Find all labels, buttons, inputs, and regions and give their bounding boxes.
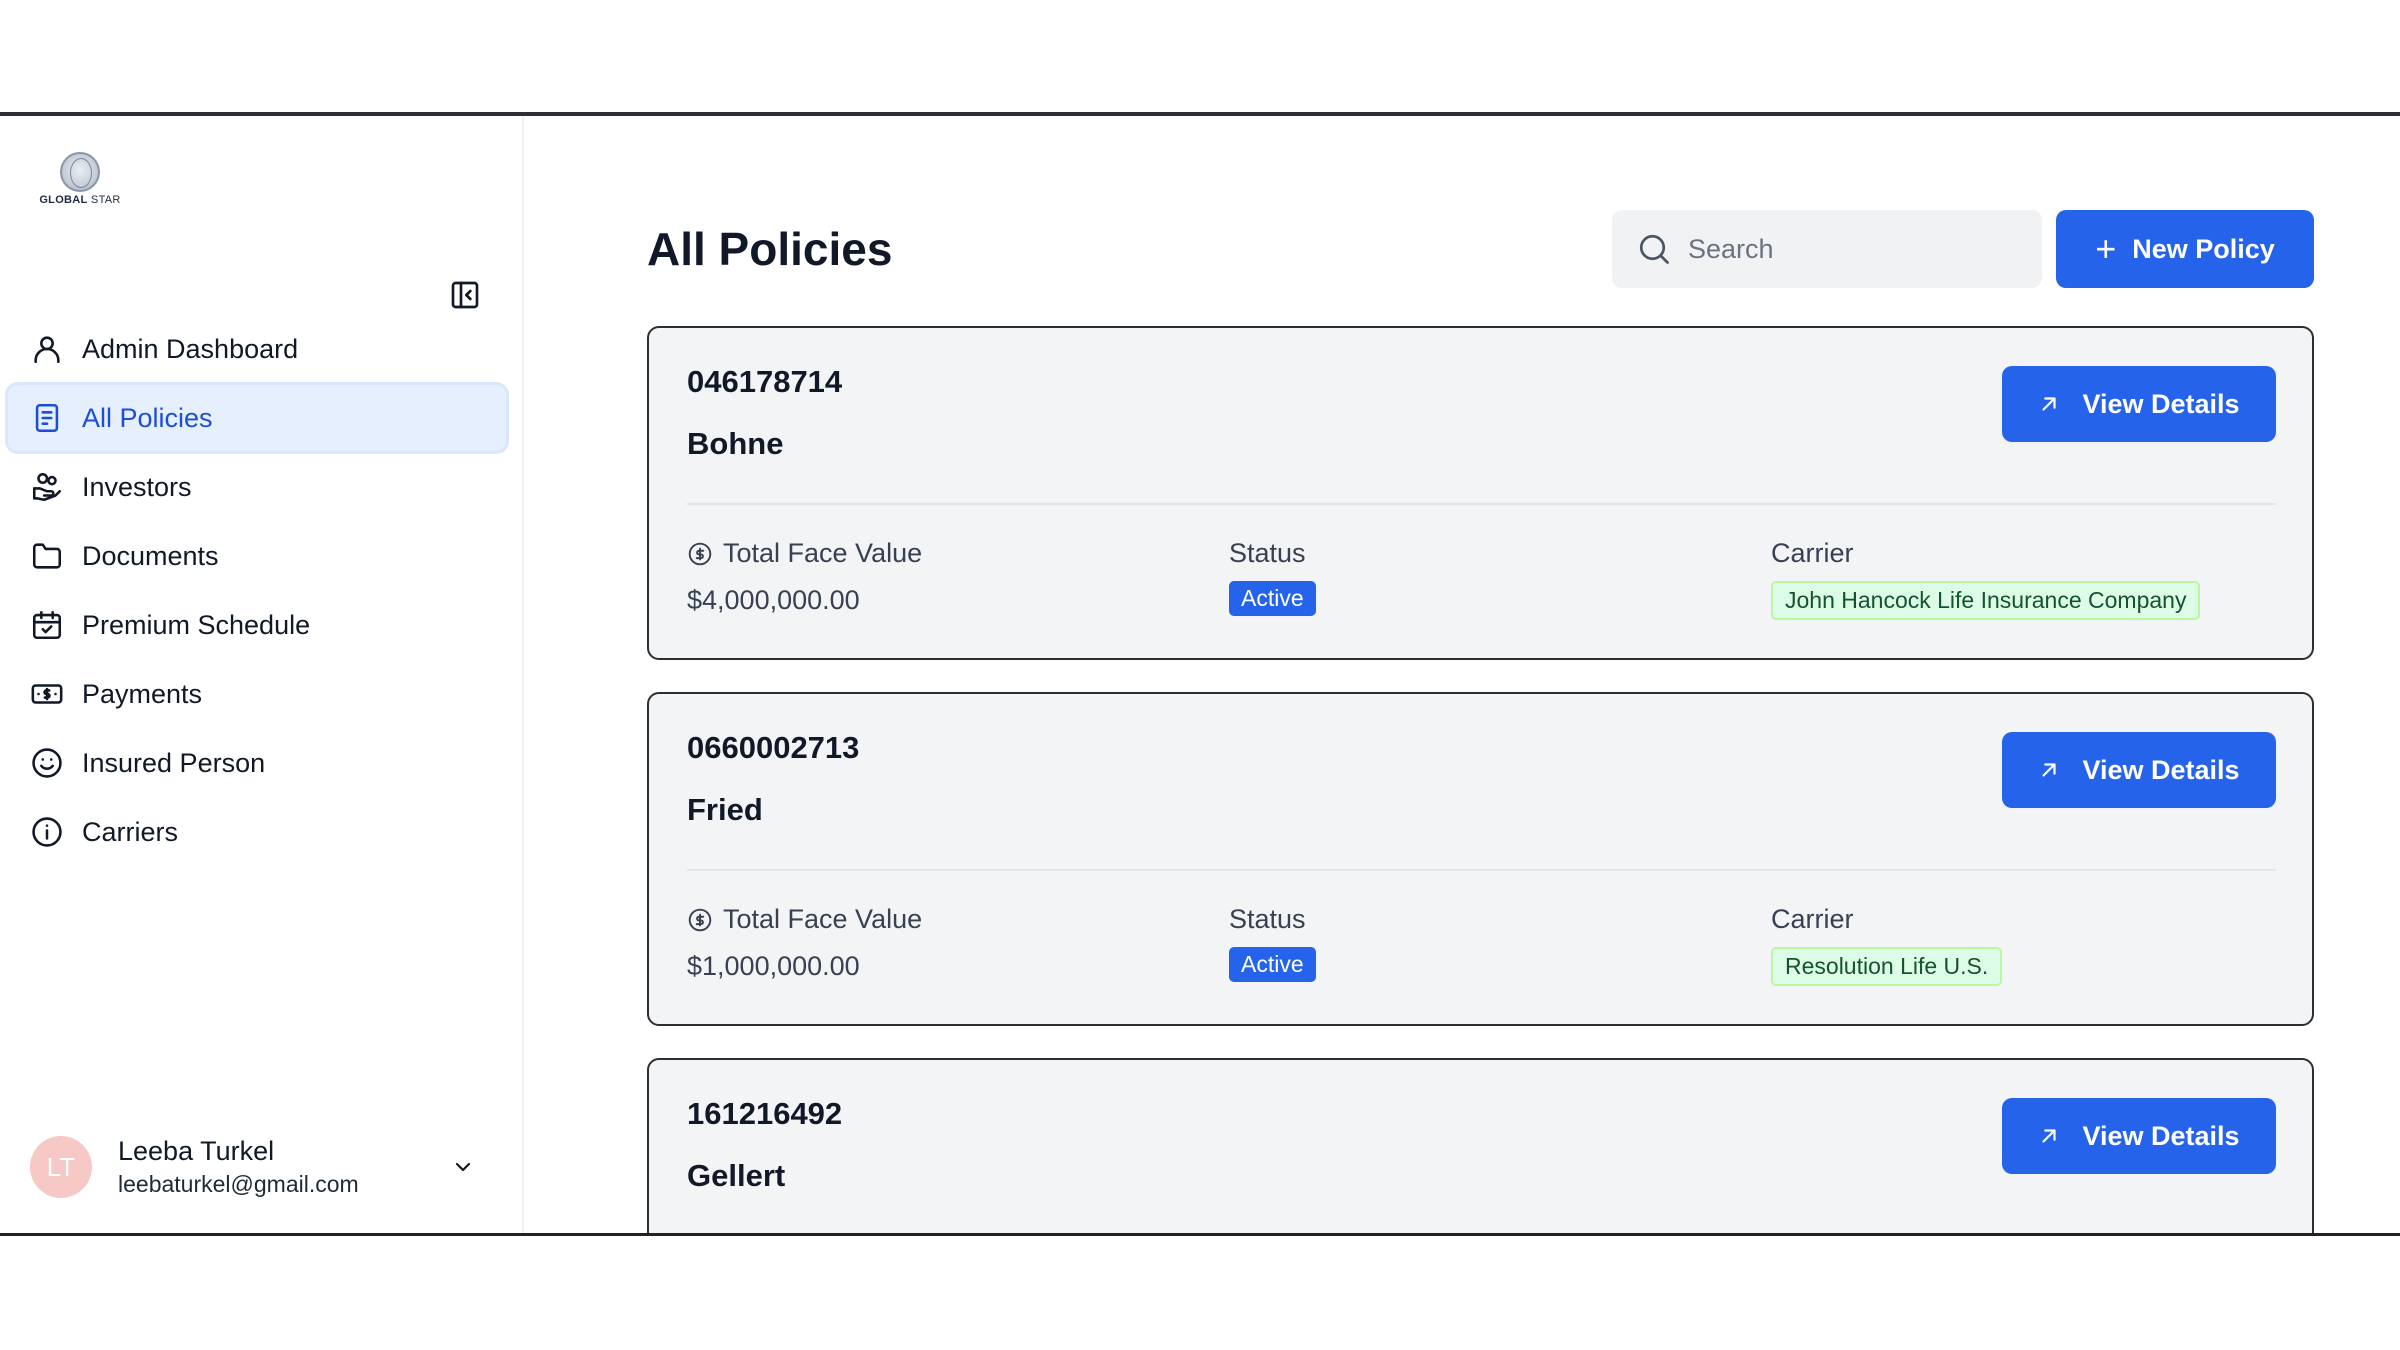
app-window: GLOBAL STAR Admin Dashboard All Policies [0,112,2400,1236]
carrier-label: Carrier [1771,904,1854,934]
carrier-badge: John Hancock Life Insurance Company [1771,581,2201,620]
policy-card: 046178714 Bohne View Details Total Face … [647,326,2314,660]
policy-name: Bohne [687,426,784,461]
face-value-label: Total Face Value [723,538,923,568]
face-value: $4,000,000.00 [687,585,860,615]
new-policy-label: New Policy [2132,233,2275,264]
user-name: Leeba Turkel [118,1136,275,1166]
sidebar-nav: Admin Dashboard All Policies Investors D… [8,316,506,868]
carrier-column: Carrier Resolution Life U.S. [1771,904,2003,986]
status-label: Status [1229,904,1306,934]
hand-coins-icon [28,468,66,506]
user-email: leebaturkel@gmail.com [118,1171,359,1197]
policy-number: 046178714 [687,364,843,399]
carrier-column: Carrier John Hancock Life Insurance Comp… [1771,538,2201,620]
arrow-up-right-icon [2038,393,2060,415]
sidebar-item-documents[interactable]: Documents [8,523,506,589]
sidebar-item-label: Payments [82,678,203,709]
collapse-sidebar-button[interactable] [448,278,482,312]
policy-number: 0660002713 [687,730,860,765]
plus-icon: + [2095,228,2117,269]
sidebar-item-investors[interactable]: Investors [8,454,506,520]
arrow-up-right-icon [2038,759,2060,781]
status-label: Status [1229,538,1306,568]
info-icon [28,813,66,851]
carrier-label: Carrier [1771,538,1854,568]
sidebar-item-label: Investors [82,471,192,502]
view-details-button[interactable]: View Details [2002,366,2276,442]
face-value-column: Total Face Value $1,000,000.00 [687,904,922,982]
status-badge: Active [1229,947,1316,982]
brand-logo[interactable]: GLOBAL STAR [34,152,126,210]
sidebar-item-label: Insured Person [82,747,266,778]
user-icon [28,330,66,368]
view-details-button[interactable]: View Details [2002,1098,2276,1174]
sidebar-item-premium-schedule[interactable]: Premium Schedule [8,592,506,658]
view-details-label: View Details [2082,388,2240,419]
sidebar-item-label: Documents [82,540,219,571]
banknote-icon [28,675,66,713]
panel-collapse-icon [451,281,479,309]
view-details-label: View Details [2082,1120,2240,1151]
sidebar-item-label: Premium Schedule [82,609,311,640]
card-divider [687,869,2276,871]
sidebar-item-admin-dashboard[interactable]: Admin Dashboard [8,316,506,382]
sidebar-item-payments[interactable]: Payments [8,661,506,727]
status-badge: Active [1229,581,1316,616]
face-value-label: Total Face Value [723,904,923,934]
policy-name: Gellert [687,1158,786,1193]
view-details-label: View Details [2082,754,2240,785]
face-value-column: Total Face Value $4,000,000.00 [687,538,922,616]
arrow-up-right-icon [2038,1125,2060,1147]
status-column: Status Active [1229,538,1316,616]
main-content: All Policies + New Policy 046178714 Bohn… [524,116,2400,1233]
policy-card: 0660002713 Fried View Details Total Face… [647,692,2314,1026]
policy-number: 161216492 [687,1096,843,1131]
search-icon [1639,234,1669,264]
sidebar-item-all-policies[interactable]: All Policies [8,385,506,451]
folder-icon [28,537,66,575]
smile-icon [28,744,66,782]
search-box[interactable] [1612,210,2042,288]
face-value: $1,000,000.00 [687,951,860,981]
policy-name: Fried [687,792,763,827]
dollar-circle-icon [688,908,712,931]
document-icon [28,399,66,437]
user-menu-toggle[interactable] [448,1152,478,1182]
brand-logo-text: GLOBAL STAR [39,194,121,206]
new-policy-button[interactable]: + New Policy [2056,210,2314,288]
chevron-down-icon [455,1162,471,1172]
carrier-badge: Resolution Life U.S. [1771,947,2003,986]
status-column: Status Active [1229,904,1316,982]
sidebar-item-label: Admin Dashboard [82,333,299,364]
avatar: LT [30,1136,92,1198]
calendar-check-icon [28,606,66,644]
sidebar-item-label: Carriers [82,816,179,847]
globe-logo-icon [60,152,100,192]
user-profile[interactable]: LT Leeba Turkel leebaturkel@gmail.com [30,1132,490,1202]
search-input[interactable] [1688,233,2008,265]
user-info: Leeba Turkel leebaturkel@gmail.com [118,1136,448,1198]
policy-card: 161216492 Gellert View Details [647,1058,2314,1233]
sidebar-item-carriers[interactable]: Carriers [8,799,506,865]
dollar-circle-icon [688,542,712,565]
card-divider [687,503,2276,505]
page-title: All Policies [647,223,893,275]
sidebar: GLOBAL STAR Admin Dashboard All Policies [0,116,524,1233]
view-details-button[interactable]: View Details [2002,732,2276,808]
sidebar-item-label: All Policies [82,402,213,433]
sidebar-item-insured-person[interactable]: Insured Person [8,730,506,796]
